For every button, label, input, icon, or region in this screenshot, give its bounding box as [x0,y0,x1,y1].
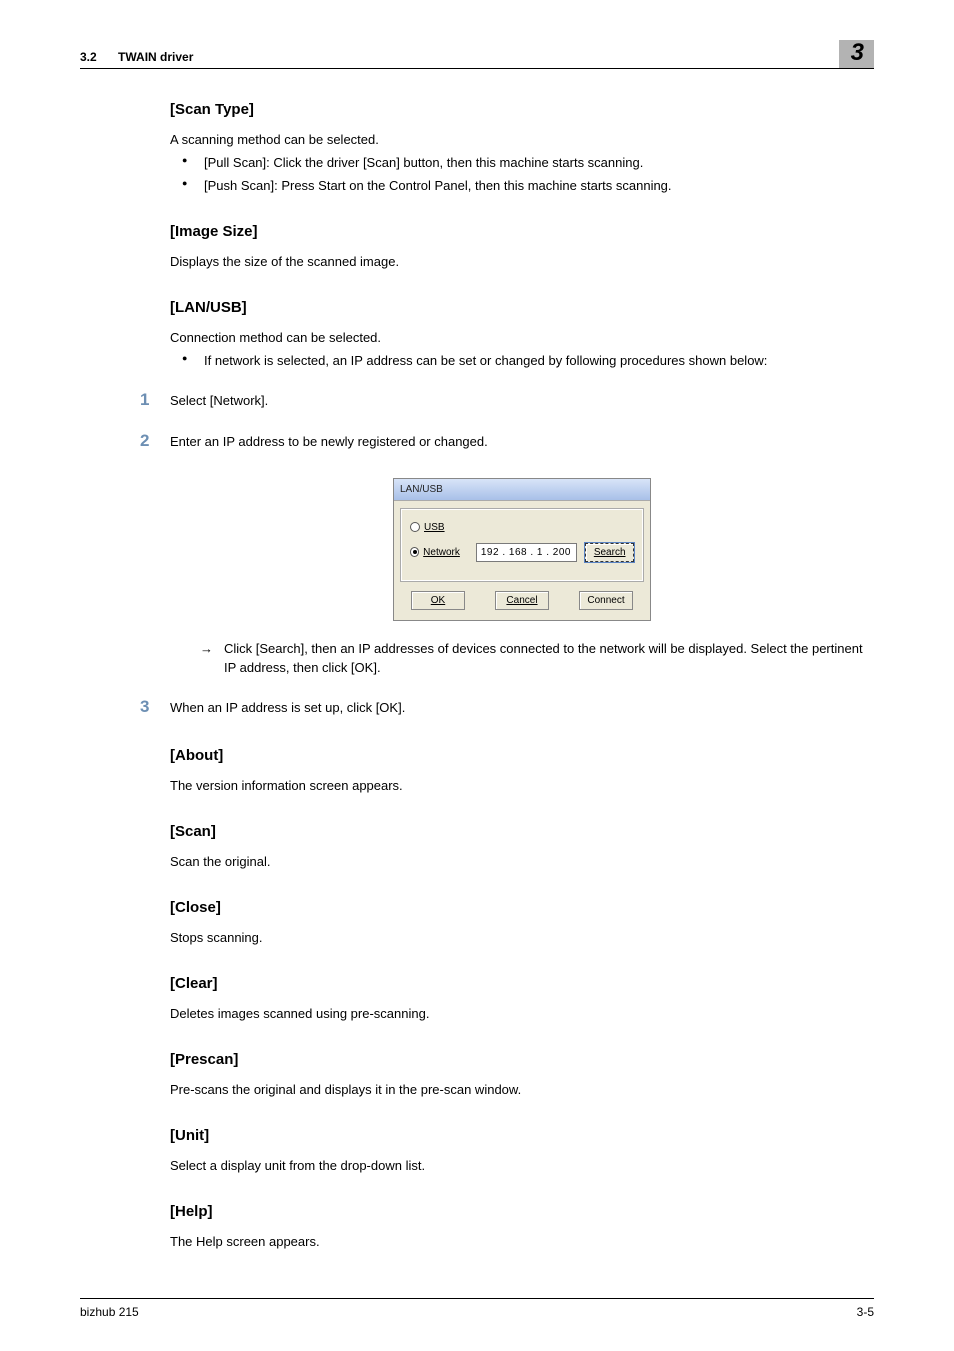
step-2-text: Enter an IP address to be newly register… [170,432,874,452]
heading-clear: [Clear] [170,973,874,996]
heading-lan-usb: [LAN/USB] [170,297,874,320]
about-body: The version information screen appears. [170,776,874,796]
usb-radio-row[interactable]: USB [410,520,634,535]
close-body: Stops scanning. [170,928,874,948]
heading-image-size: [Image Size] [170,221,874,244]
cancel-button[interactable]: Cancel [495,591,549,610]
dialog-title: LAN/USB [394,479,650,501]
page-footer: bizhub 215 3-5 [80,1298,874,1321]
heading-unit: [Unit] [170,1125,874,1148]
clear-body: Deletes images scanned using pre-scannin… [170,1004,874,1024]
usb-radio-label: USB [424,520,445,535]
footer-right: 3-5 [857,1303,874,1321]
step-2-number: 2 [140,428,170,454]
scan-type-bullet-1: [Pull Scan]: Click the driver [Scan] but… [170,153,874,173]
dialog-body: USB Network 192 . 168 . 1 . 200 Search O… [394,501,650,620]
heading-close: [Close] [170,897,874,920]
connect-button[interactable]: Connect [579,591,633,610]
radio-icon [410,522,420,532]
arrow-icon: → [200,639,224,678]
ok-button[interactable]: OK [411,591,465,610]
network-radio-label: Network [423,545,460,560]
prescan-body: Pre-scans the original and displays it i… [170,1080,874,1100]
step-2-row: 2 Enter an IP address to be newly regist… [140,428,874,454]
step-3-row: 3 When an IP address is set up, click [O… [140,694,874,720]
scan-type-intro: A scanning method can be selected. [170,130,874,150]
scan-type-bullet-2: [Push Scan]: Press Start on the Control … [170,176,874,196]
page-header: 3.2 TWAIN driver 3 [80,40,874,69]
image-size-body: Displays the size of the scanned image. [170,252,874,272]
heading-scan-type: [Scan Type] [170,99,874,122]
cancel-button-label: Cancel [506,593,537,608]
search-button-label: Search [594,545,626,560]
ok-button-label: OK [431,593,445,608]
lan-usb-bullets: If network is selected, an IP address ca… [170,351,874,371]
section-title: TWAIN driver [118,50,193,64]
heading-help: [Help] [170,1201,874,1224]
radio-icon [410,547,419,557]
lan-usb-intro: Connection method can be selected. [170,328,874,348]
section-number: 3.2 [80,50,97,64]
ip-address-field[interactable]: 192 . 168 . 1 . 200 [476,543,578,562]
heading-prescan: [Prescan] [170,1049,874,1072]
scan-body: Scan the original. [170,852,874,872]
step-3-text: When an IP address is set up, click [OK]… [170,698,874,718]
search-button[interactable]: Search [585,543,634,562]
step-1-number: 1 [140,387,170,413]
heading-about: [About] [170,745,874,768]
content-body: [Scan Type] A scanning method can be sel… [170,99,874,1251]
chapter-badge: 3 [839,40,874,68]
dialog-group-box: USB Network 192 . 168 . 1 . 200 Search [401,509,643,581]
heading-scan: [Scan] [170,821,874,844]
step-1-row: 1 Select [Network]. [140,387,874,413]
step-3-number: 3 [140,694,170,720]
help-body: The Help screen appears. [170,1232,874,1252]
step-1-text: Select [Network]. [170,391,874,411]
dialog-screenshot: LAN/USB USB Network 192 . 168 . 1 . 200 [170,478,874,621]
lan-usb-dialog: LAN/USB USB Network 192 . 168 . 1 . 200 [393,478,651,621]
scan-type-bullets: [Pull Scan]: Click the driver [Scan] but… [170,153,874,195]
step-2-substep: → Click [Search], then an IP addresses o… [200,639,874,678]
connect-button-label: Connect [587,593,624,608]
footer-left: bizhub 215 [80,1303,139,1321]
lan-usb-bullet-1: If network is selected, an IP address ca… [170,351,874,371]
dialog-button-row: OK Cancel Connect [401,591,643,612]
network-radio-row[interactable]: Network 192 . 168 . 1 . 200 Search [410,543,634,562]
step-2-substep-text: Click [Search], then an IP addresses of … [224,639,874,678]
unit-body: Select a display unit from the drop-down… [170,1156,874,1176]
header-left: 3.2 TWAIN driver [80,48,839,66]
